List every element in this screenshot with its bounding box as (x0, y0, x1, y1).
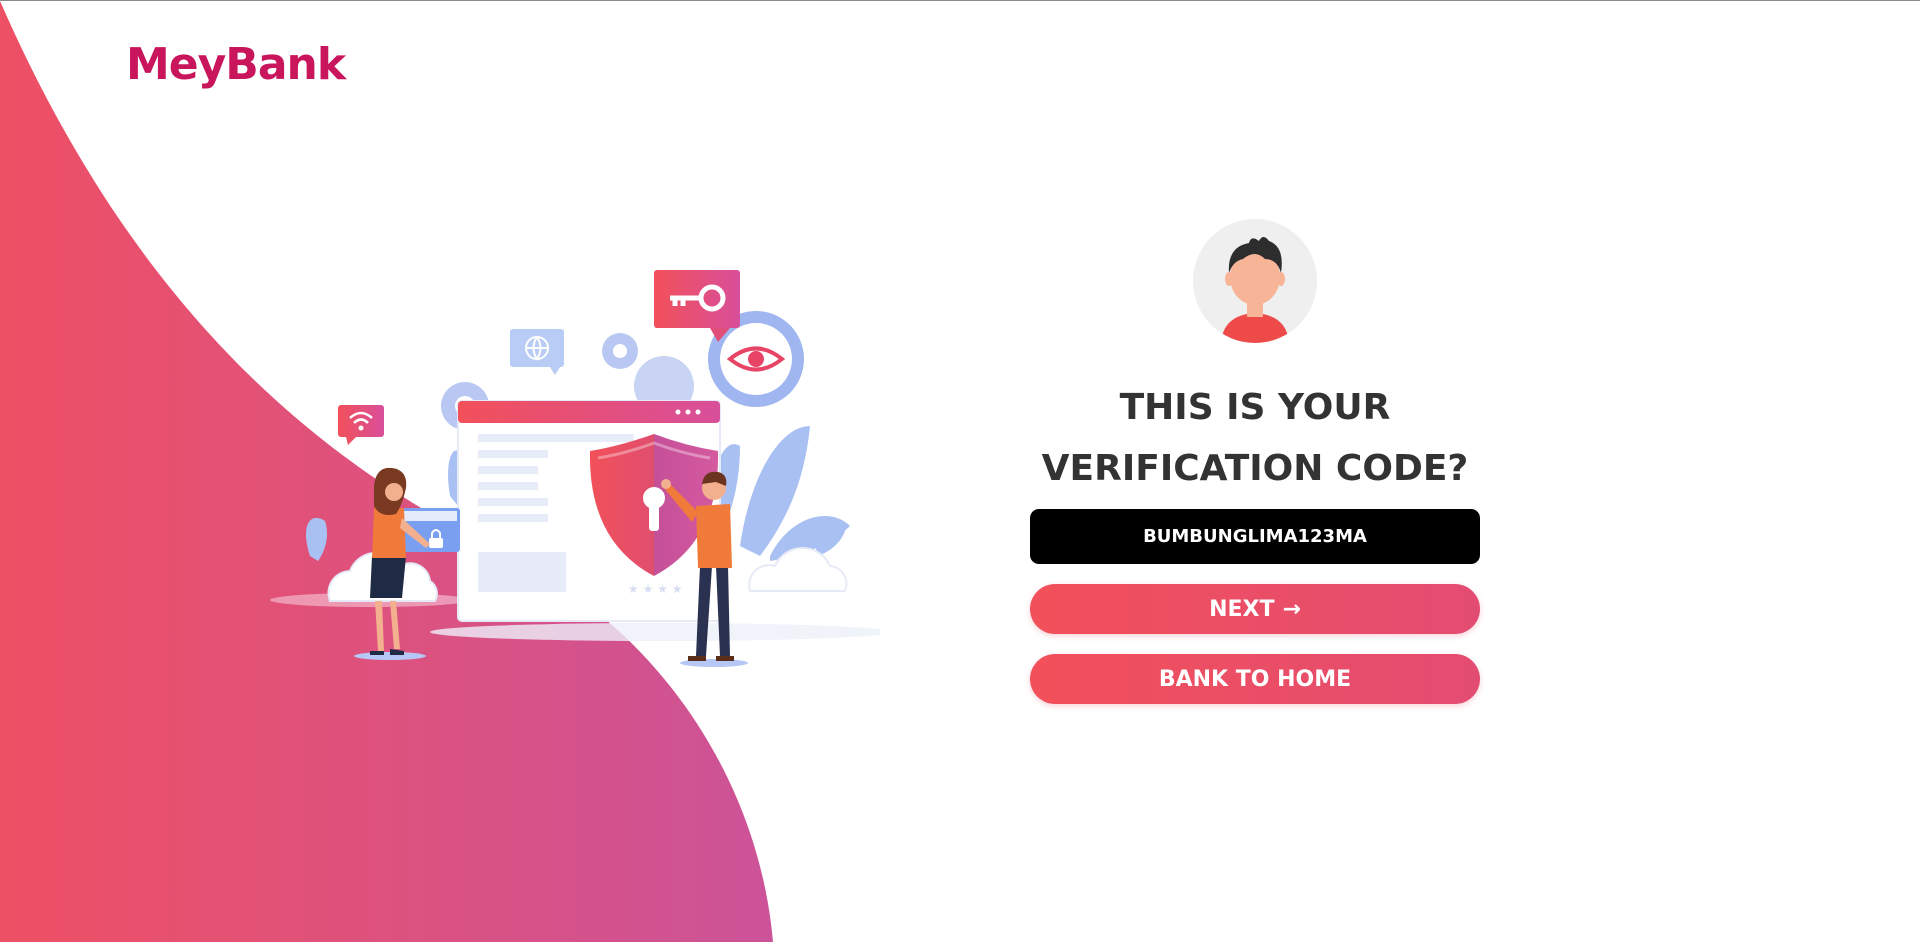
title-line-1: THIS IS YOUR (1119, 387, 1391, 428)
svg-text:★ ★ ★ ★: ★ ★ ★ ★ (628, 582, 682, 596)
title-line-2: VERIFICATION CODE? (1041, 448, 1469, 489)
verification-panel: THIS IS YOUR VERIFICATION CODE? BUMBUNGL… (1030, 219, 1480, 704)
next-button-label: NEXT (1209, 596, 1275, 622)
wifi-icon (338, 405, 384, 445)
page-title: THIS IS YOUR VERIFICATION CODE? (1042, 377, 1469, 499)
arrow-right-icon: → (1282, 596, 1301, 622)
verification-code-display: BUMBUNGLIMA123MA (1030, 509, 1480, 564)
globe-icon (510, 329, 564, 375)
key-icon (654, 270, 740, 342)
security-illustration: ★ ★ ★ ★ (270, 270, 880, 667)
home-button-label: BANK TO HOME (1158, 666, 1352, 692)
user-avatar-icon (1221, 237, 1289, 343)
avatar (1193, 219, 1317, 343)
brand-logo[interactable]: MeyBank (126, 39, 346, 90)
next-button[interactable]: NEXT → (1030, 584, 1480, 634)
back-to-home-button[interactable]: BANK TO HOME (1030, 654, 1480, 704)
verification-code: BUMBUNGLIMA123MA (1143, 526, 1367, 547)
